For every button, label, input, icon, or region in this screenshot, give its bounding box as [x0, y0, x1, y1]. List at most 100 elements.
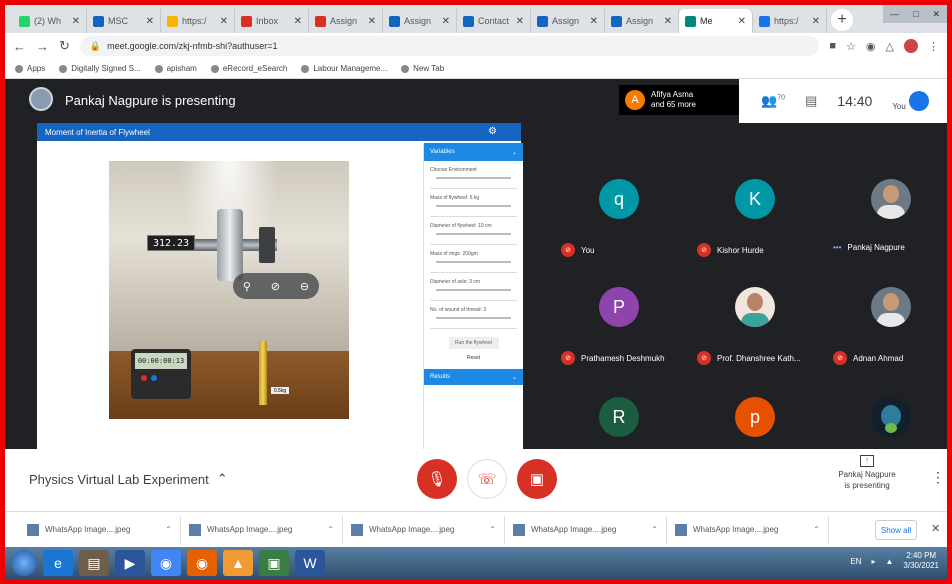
- language-indicator[interactable]: EN: [850, 557, 861, 566]
- ie-icon[interactable]: e: [43, 550, 73, 576]
- volume-icon[interactable]: ▸: [871, 557, 875, 566]
- minimize-icon[interactable]: —: [890, 9, 899, 19]
- browser-tab[interactable]: Inbox ✕: [235, 9, 309, 33]
- tab-title: Me: [700, 16, 713, 26]
- close-tab-icon[interactable]: ✕: [664, 16, 672, 27]
- close-tab-icon[interactable]: ✕: [72, 16, 80, 27]
- browser-tab[interactable]: https:/ ✕: [753, 9, 827, 33]
- download-filename: WhatsApp Image....jpeg: [45, 525, 131, 534]
- browser-tab[interactable]: (2) Wh ✕: [13, 9, 87, 33]
- tab-title: MSC: [108, 16, 128, 26]
- show-all-button[interactable]: Show all: [875, 520, 917, 540]
- image-file-icon: [351, 523, 363, 536]
- profile-avatar[interactable]: [904, 39, 918, 53]
- download-item[interactable]: WhatsApp Image....jpeg ⌃: [667, 515, 829, 544]
- puzzle-icon[interactable]: △: [886, 40, 894, 53]
- start-button[interactable]: [11, 550, 37, 576]
- participant-photo: [871, 179, 911, 219]
- close-tab-icon[interactable]: ✕: [294, 16, 302, 27]
- people-button[interactable]: 👥70: [761, 93, 785, 109]
- firefox-icon[interactable]: ◉: [187, 550, 217, 576]
- chevron-up-icon[interactable]: ⌃: [813, 525, 820, 534]
- close-tab-icon[interactable]: ✕: [738, 16, 746, 27]
- participant-tile[interactable]: ⊘ Adnan Ahmad: [825, 269, 947, 375]
- participant-tile[interactable]: ••• Pankaj Nagpure: [825, 161, 947, 267]
- more-options-icon[interactable]: ⋮: [931, 469, 945, 486]
- mic-toggle-button[interactable]: 🎙: [417, 459, 457, 499]
- close-tab-icon[interactable]: ✕: [220, 16, 228, 27]
- bookmark-item[interactable]: New Tab: [401, 64, 444, 73]
- download-item[interactable]: WhatsApp Image....jpeg ⌃: [343, 515, 505, 544]
- bookmark-item[interactable]: apisham: [154, 64, 197, 73]
- reload-icon[interactable]: ↻: [59, 38, 70, 54]
- close-tab-icon[interactable]: ✕: [146, 16, 154, 27]
- participant-tile[interactable]: ⊘ Prof. Dhanshree Kath...: [689, 269, 819, 375]
- browser-tab[interactable]: MSC ✕: [87, 9, 161, 33]
- browser-tab[interactable]: Me ✕: [679, 9, 753, 33]
- browser-tab[interactable]: Assign ✕: [531, 9, 605, 33]
- shared-screen: Moment of Inertia of Flywheel ⚙ 312.23 ⚲…: [37, 123, 523, 449]
- browser-tab[interactable]: Assign ✕: [309, 9, 383, 33]
- bookmark-label: Labour Manageme...: [313, 64, 388, 73]
- mute-tile-icon[interactable]: ⊘: [271, 280, 280, 293]
- leave-call-button[interactable]: ☏: [467, 459, 507, 499]
- bookmark-item[interactable]: Apps: [15, 64, 45, 73]
- chevron-up-icon[interactable]: ⌃: [651, 525, 658, 534]
- chevron-up-icon[interactable]: ⌃: [165, 525, 172, 534]
- download-item[interactable]: WhatsApp Image....jpeg ⌃: [19, 515, 181, 544]
- close-tab-icon[interactable]: ✕: [590, 16, 598, 27]
- present-screen-icon: ↑: [860, 455, 874, 467]
- participant-tile[interactable]: q ⊘ You: [553, 161, 683, 267]
- maximize-icon[interactable]: □: [913, 9, 918, 19]
- address-bar[interactable]: 🔒 meet.google.com/zkj-nfmb-shi?authuser=…: [79, 36, 820, 56]
- bookmark-item[interactable]: Labour Manageme...: [301, 64, 387, 73]
- chrome-icon[interactable]: ◉: [151, 550, 181, 576]
- chevron-up-icon[interactable]: ⌃: [327, 525, 334, 534]
- participant-tile[interactable]: P ⊘ Prathamesh Deshmukh: [553, 269, 683, 375]
- close-downloads-icon[interactable]: ✕: [931, 522, 940, 535]
- remove-icon[interactable]: ⊖: [300, 280, 309, 293]
- close-tab-icon[interactable]: ✕: [442, 16, 450, 27]
- bookmark-item[interactable]: eRecord_eSearch: [210, 64, 287, 73]
- word-icon[interactable]: W: [295, 550, 325, 576]
- presenter-avatar: [29, 87, 53, 111]
- bookmark-item[interactable]: Digitally Signed S...: [59, 64, 141, 73]
- extension-icon[interactable]: ◉: [866, 40, 876, 53]
- camera-toggle-button[interactable]: ▣: [517, 459, 557, 499]
- camera-icon[interactable]: ■: [829, 40, 836, 52]
- menu-icon[interactable]: ⋮: [928, 40, 939, 53]
- close-tab-icon[interactable]: ✕: [368, 16, 376, 27]
- browser-tab[interactable]: Contact ✕: [457, 9, 531, 33]
- media-icon[interactable]: ▶: [115, 550, 145, 576]
- browser-tab[interactable]: https:/ ✕: [161, 9, 235, 33]
- people-chip[interactable]: A Afifya Asma and 65 more: [619, 85, 739, 115]
- star-icon[interactable]: ☆: [846, 40, 856, 53]
- presenting-status[interactable]: ↑ Pankaj Nagpure is presenting: [827, 455, 907, 491]
- explorer-icon[interactable]: ▤: [79, 550, 109, 576]
- participant-tile[interactable]: K ⊘ Kishor Hurde: [689, 161, 819, 267]
- mic-off-icon: ⊘: [833, 351, 847, 365]
- weight-post: [259, 341, 267, 405]
- close-tab-icon[interactable]: ✕: [516, 16, 524, 27]
- meeting-details[interactable]: Physics Virtual Lab Experiment ⌃: [29, 471, 228, 487]
- close-tab-icon[interactable]: ✕: [812, 16, 820, 27]
- new-tab-button[interactable]: +: [831, 9, 853, 31]
- flywheel-mount: [259, 227, 275, 263]
- system-clock[interactable]: 2:40 PM 3/30/2021: [903, 551, 939, 571]
- browser-tab[interactable]: Assign ✕: [383, 9, 457, 33]
- meet-stage: Pankaj Nagpure is presenting A Afifya As…: [5, 79, 947, 475]
- download-item[interactable]: WhatsApp Image....jpeg ⌃: [505, 515, 667, 544]
- chevron-up-icon[interactable]: ⌃: [489, 525, 496, 534]
- folder-icon[interactable]: ▣: [259, 550, 289, 576]
- pin-icon[interactable]: ⚲: [243, 280, 251, 293]
- chat-icon[interactable]: ▤: [805, 93, 817, 109]
- close-window-icon[interactable]: ✕: [932, 9, 940, 20]
- url-text: meet.google.com/zkj-nfmb-shi?authuser=1: [107, 41, 278, 51]
- browser-tab[interactable]: Assign ✕: [605, 9, 679, 33]
- network-icon[interactable]: ▲: [885, 557, 893, 566]
- pin-overlay[interactable]: ⚲ ⊘ ⊖: [233, 273, 319, 299]
- back-icon[interactable]: ←: [13, 39, 26, 54]
- vlc-icon[interactable]: ▲: [223, 550, 253, 576]
- download-item[interactable]: WhatsApp Image....jpeg ⌃: [181, 515, 343, 544]
- forward-icon[interactable]: →: [36, 39, 49, 54]
